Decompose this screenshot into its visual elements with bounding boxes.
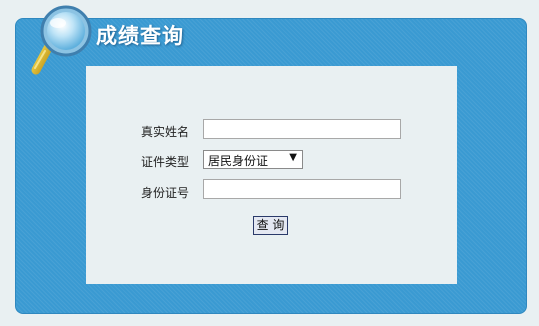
id-number-label: 身份证号 [141,186,190,200]
id-type-select[interactable]: 居民身份证 ▼ [203,150,303,169]
id-type-selected-value: 居民身份证 [208,154,269,168]
page-title: 成绩查询 [96,24,184,48]
real-name-input[interactable] [203,119,401,139]
query-button[interactable]: 查 询 [253,216,288,235]
name-label: 真实姓名 [141,125,190,139]
id-type-label: 证件类型 [141,155,190,169]
id-number-input[interactable] [203,179,401,199]
dropdown-arrow-icon: ▼ [289,152,297,163]
form-area [86,66,457,284]
